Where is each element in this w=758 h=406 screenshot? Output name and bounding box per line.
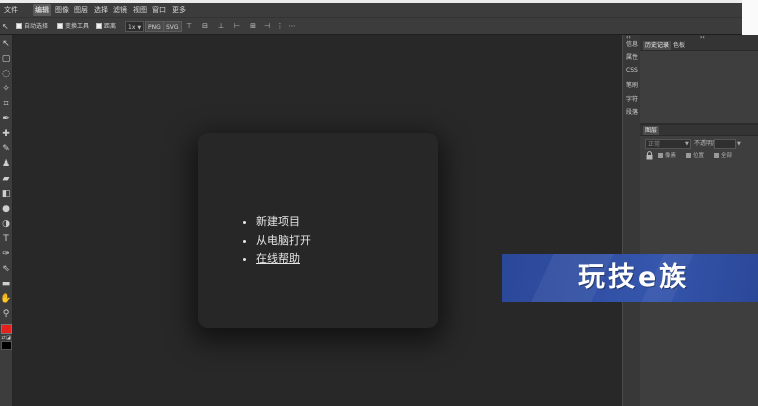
history-panel: 历史记录 色板 bbox=[640, 40, 758, 125]
lasso-tool-icon[interactable]: ◌ bbox=[0, 67, 12, 82]
menu-window[interactable]: 窗口 bbox=[150, 4, 168, 16]
align-hcenter-icon[interactable]: ⊞ bbox=[248, 21, 258, 32]
lock-pixels-checkbox[interactable]: 像素 bbox=[658, 152, 676, 160]
type-tool-icon[interactable]: T bbox=[0, 232, 12, 247]
menu-file[interactable]: 文件 bbox=[2, 4, 20, 16]
new-project-link[interactable]: 新建项目 bbox=[256, 213, 311, 232]
menu-layer[interactable]: 图层 bbox=[72, 4, 90, 16]
transform-controls-box[interactable] bbox=[57, 23, 63, 29]
options-bar: ↖ 自动选择 变换工具 距离 1x ▼ PNG SVG ⊤ ⊟ ⊥ ⊢ ⊞ ⊣ ⋮ ⋯ bbox=[0, 17, 742, 35]
gradient-tool-icon[interactable]: ◧ bbox=[0, 187, 12, 202]
eraser-tool-icon[interactable]: ▰ bbox=[0, 172, 12, 187]
menu-more[interactable]: 更多 bbox=[170, 4, 188, 16]
tools-panel: ↖ ▢ ◌ ✧ ⌗ ✒ ✚ ✎ ♟ ▰ ◧ ● ◑ T ✑ ⇖ ▬ ✋ ⚲ ⇄◪ bbox=[0, 35, 13, 406]
clone-stamp-tool-icon[interactable]: ♟ bbox=[0, 157, 12, 172]
align-vcenter-icon[interactable]: ⊟ bbox=[200, 21, 210, 32]
align-right-icon[interactable]: ⊣ bbox=[262, 21, 272, 32]
side-tab-character[interactable]: 字符 bbox=[626, 96, 638, 104]
crop-tool-icon[interactable]: ⌗ bbox=[0, 97, 12, 112]
start-menu: 新建项目 从电脑打开 在线帮助 bbox=[256, 213, 311, 269]
hand-tool-icon[interactable]: ✋ bbox=[0, 292, 12, 307]
distances-label: 距离 bbox=[104, 23, 117, 30]
align-bottom-icon[interactable]: ⊥ bbox=[216, 21, 226, 32]
menu-select[interactable]: 选择 bbox=[92, 4, 110, 16]
side-tab-brush[interactable]: 笔刷 bbox=[626, 82, 638, 90]
background-color-swatch[interactable] bbox=[1, 341, 12, 350]
distribute-spacing-icon[interactable]: ⋯ bbox=[287, 21, 297, 32]
online-help-link[interactable]: 在线帮助 bbox=[256, 250, 311, 269]
start-panel: 新建项目 从电脑打开 在线帮助 bbox=[198, 133, 438, 328]
side-tab-css[interactable]: CSS bbox=[626, 67, 638, 75]
layers-panel-header: 图层 bbox=[640, 125, 758, 136]
side-tab-paragraph[interactable]: 段落 bbox=[626, 109, 638, 117]
lock-all-label: 全部 bbox=[721, 153, 733, 159]
menu-image[interactable]: 图像 bbox=[53, 4, 71, 16]
magic-wand-tool-icon[interactable]: ✧ bbox=[0, 82, 12, 97]
lock-position-box[interactable] bbox=[686, 152, 691, 158]
side-tab-properties[interactable]: 属性 bbox=[626, 54, 638, 62]
expand-panels-icon[interactable]: ‹› bbox=[626, 34, 631, 41]
path-select-tool-icon[interactable]: ⇖ bbox=[0, 262, 12, 277]
move-tool-icon[interactable]: ↖ bbox=[0, 37, 12, 52]
export-png-button[interactable]: PNG bbox=[145, 21, 164, 32]
lock-position-label: 位置 bbox=[693, 153, 705, 159]
side-tab-info[interactable]: 信息 bbox=[626, 41, 638, 49]
menu-filter[interactable]: 滤镜 bbox=[111, 4, 129, 16]
auto-select-box[interactable] bbox=[16, 23, 22, 29]
scale-value: 1x bbox=[128, 24, 136, 31]
auto-select-checkbox[interactable]: 自动选择 bbox=[16, 21, 48, 32]
watermark-text: 玩技e族 bbox=[578, 262, 690, 293]
scale-select[interactable]: 1x ▼ bbox=[125, 21, 145, 32]
chevron-down-icon: ▼ bbox=[685, 141, 689, 147]
watermark-banner: 玩技e族 bbox=[502, 254, 758, 302]
chevron-down-icon: ▼ bbox=[137, 25, 142, 31]
menu-view[interactable]: 视图 bbox=[131, 4, 149, 16]
lock-pixels-label: 像素 bbox=[665, 153, 677, 159]
lock-all-box[interactable] bbox=[714, 152, 719, 158]
dodge-tool-icon[interactable]: ◑ bbox=[0, 217, 12, 232]
pen-tool-icon[interactable]: ✑ bbox=[0, 247, 12, 262]
history-panel-header: 历史记录 色板 bbox=[640, 40, 758, 51]
tab-history[interactable]: 历史记录 bbox=[643, 41, 672, 50]
opacity-input[interactable] bbox=[714, 139, 736, 149]
lock-position-checkbox[interactable]: 位置 bbox=[686, 152, 704, 160]
export-svg-button[interactable]: SVG bbox=[163, 21, 182, 32]
brush-tool-icon[interactable]: ✎ bbox=[0, 142, 12, 157]
lock-pixels-box[interactable] bbox=[658, 152, 663, 158]
foreground-color-swatch[interactable] bbox=[1, 324, 12, 334]
eyedropper-tool-icon[interactable]: ✒ bbox=[0, 112, 12, 127]
distances-checkbox[interactable]: 距离 bbox=[96, 21, 116, 32]
window-corner bbox=[742, 0, 758, 35]
open-from-computer-link[interactable]: 从电脑打开 bbox=[256, 232, 311, 251]
menu-edit[interactable]: 编辑 bbox=[33, 4, 51, 16]
menu-bar: 文件 编辑 图像 图层 选择 滤镜 视图 窗口 更多 bbox=[0, 3, 742, 17]
blend-mode-value: 正常 bbox=[648, 141, 661, 148]
transform-controls-label: 变换工具 bbox=[65, 23, 90, 30]
blur-tool-icon[interactable]: ● bbox=[0, 202, 12, 217]
tab-swatches[interactable]: 色板 bbox=[671, 41, 687, 50]
distribute-icon[interactable]: ⋮ bbox=[275, 21, 285, 32]
auto-select-label: 自动选择 bbox=[24, 23, 49, 30]
transform-controls-checkbox[interactable]: 变换工具 bbox=[57, 21, 89, 32]
distances-box[interactable] bbox=[96, 23, 102, 29]
lock-all-checkbox[interactable]: 全部 bbox=[714, 152, 732, 160]
side-tab-column: 信息 属性 CSS 笔刷 字符 段落 bbox=[622, 35, 640, 406]
tab-layers[interactable]: 图层 bbox=[643, 126, 660, 135]
move-tool-icon: ↖ bbox=[2, 22, 9, 31]
align-left-icon[interactable]: ⊢ bbox=[232, 21, 242, 32]
healing-brush-tool-icon[interactable]: ✚ bbox=[0, 127, 12, 142]
chevron-down-icon[interactable]: ▼ bbox=[737, 139, 741, 149]
align-top-icon[interactable]: ⊤ bbox=[184, 21, 194, 32]
workspace: 新建项目 从电脑打开 在线帮助 bbox=[13, 35, 622, 406]
shape-tool-icon[interactable]: ▬ bbox=[0, 277, 12, 292]
marquee-tool-icon[interactable]: ▢ bbox=[0, 52, 12, 67]
lock-icon bbox=[646, 151, 653, 160]
zoom-tool-icon[interactable]: ⚲ bbox=[0, 307, 12, 322]
